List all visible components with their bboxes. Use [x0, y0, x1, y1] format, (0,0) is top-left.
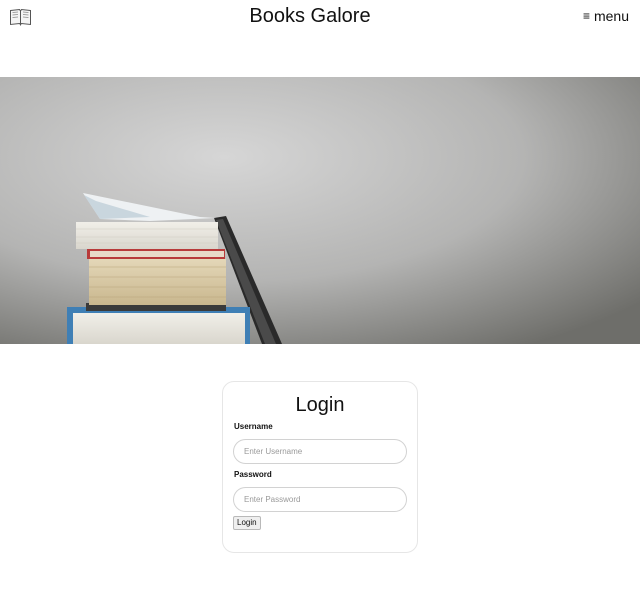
menu-button[interactable]: ≡ menu — [583, 8, 629, 24]
menu-label: menu — [593, 8, 629, 24]
password-label: Password — [234, 470, 272, 479]
username-label: Username — [234, 422, 273, 431]
password-input[interactable] — [233, 487, 407, 512]
site-title: Books Galore — [249, 5, 371, 27]
username-input[interactable] — [233, 439, 407, 464]
site-header: Books Galore ≡ menu — [0, 0, 640, 34]
login-title: Login — [295, 394, 345, 416]
hero-image — [0, 77, 640, 344]
login-button[interactable]: Login — [233, 516, 261, 530]
books-stack-photo — [0, 77, 640, 344]
login-form: Login Username Password Login — [222, 381, 418, 553]
hamburger-icon: ≡ — [582, 9, 590, 23]
